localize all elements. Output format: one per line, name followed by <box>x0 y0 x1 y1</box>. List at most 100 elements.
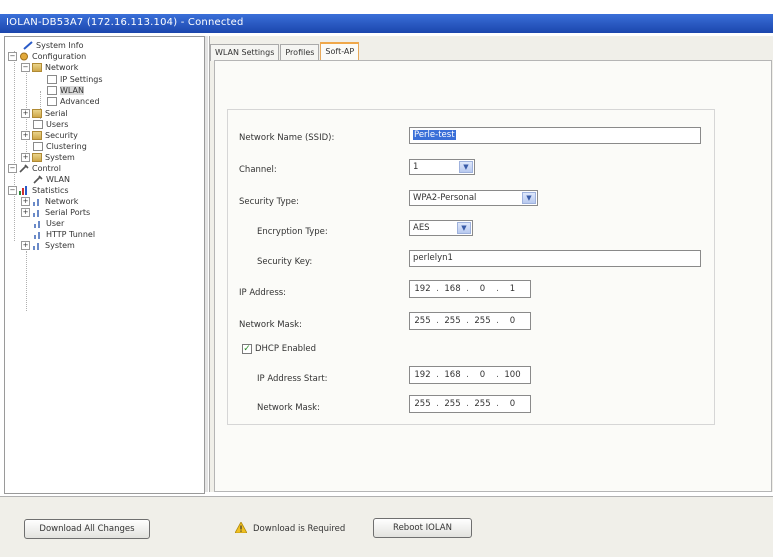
tree-line <box>26 251 27 311</box>
tree-item-stat-http-tunnel[interactable]: HTTP Tunnel <box>33 229 95 240</box>
ip-octet[interactable]: 0 <box>500 316 525 326</box>
channel-label: Channel: <box>239 165 277 175</box>
expand-icon[interactable]: + <box>21 197 30 206</box>
tree-item-label: Clustering <box>46 142 87 151</box>
download-all-changes-button[interactable]: Download All Changes <box>24 519 150 539</box>
tree-item-security[interactable]: + Security <box>21 130 78 141</box>
tree-item-network[interactable]: − Network <box>21 62 78 73</box>
network-mask-input[interactable]: 255. 255. 255. 0 <box>409 312 531 330</box>
encryption-type-select[interactable]: AES ▼ <box>409 220 473 236</box>
tree-item-label: System Info <box>36 41 84 50</box>
ip-octet[interactable]: 255 <box>470 316 495 326</box>
tree-item-stat-system[interactable]: + System <box>21 240 75 251</box>
collapse-icon[interactable]: − <box>8 164 17 173</box>
expand-icon[interactable]: + <box>21 109 30 118</box>
bar-chart-icon <box>33 230 43 239</box>
channel-value: 1 <box>413 162 419 172</box>
tree-item-system[interactable]: + System <box>21 152 75 163</box>
ip-address-input[interactable]: 192. 168. 0. 1 <box>409 280 531 298</box>
tree-item-wlan[interactable]: WLAN <box>47 85 85 96</box>
wrench-icon <box>19 164 29 173</box>
chevron-down-icon[interactable]: ▼ <box>457 222 471 234</box>
tree-item-statistics[interactable]: − Statistics <box>8 185 69 196</box>
ip-octet[interactable]: 255 <box>410 316 435 326</box>
chevron-down-icon[interactable]: ▼ <box>522 192 536 204</box>
security-key-input[interactable]: perlelyn1 <box>409 250 701 267</box>
tab-strip: WLAN Settings Profiles Soft-AP <box>210 42 360 62</box>
tree-item-configuration[interactable]: − Configuration <box>8 51 86 62</box>
tree-item-stat-serial-ports[interactable]: + Serial Ports <box>21 207 90 218</box>
expand-icon[interactable]: + <box>21 241 30 250</box>
expand-icon[interactable]: + <box>21 131 30 140</box>
tree-item-label: Statistics <box>32 186 69 195</box>
ip-octet[interactable]: 255 <box>440 399 465 409</box>
navigation-tree[interactable]: System Info − Configuration − Network IP… <box>4 36 205 494</box>
tree-item-control[interactable]: − Control <box>8 163 61 174</box>
tree-line <box>14 51 15 241</box>
tree-item-label: Users <box>46 120 69 129</box>
ssid-label: Network Name (SSID): <box>239 133 335 143</box>
tree-item-advanced[interactable]: Advanced <box>47 96 100 107</box>
tree-item-stat-network[interactable]: + Network <box>21 196 78 207</box>
security-type-select[interactable]: WPA2-Personal ▼ <box>409 190 538 206</box>
ip-octet[interactable]: 255 <box>470 399 495 409</box>
pane-splitter[interactable] <box>205 36 208 492</box>
tree-item-label: User <box>46 219 65 228</box>
tree-item-clustering[interactable]: Clustering <box>33 141 87 152</box>
collapse-icon[interactable]: − <box>8 186 17 195</box>
ip-octet[interactable]: 0 <box>470 370 495 380</box>
tree-item-label: Network <box>45 197 79 206</box>
dhcp-mask-label: Network Mask: <box>257 403 320 413</box>
tree-item-serial[interactable]: + Serial <box>21 108 68 119</box>
ip-address-label: IP Address: <box>239 288 287 298</box>
channel-select[interactable]: 1 ▼ <box>409 159 475 175</box>
dhcp-enabled-checkbox[interactable]: ✓ <box>242 344 252 354</box>
reboot-iolan-button[interactable]: Reboot IOLAN <box>373 518 472 538</box>
folder-icon <box>32 63 42 72</box>
bar-chart-icon <box>32 241 42 250</box>
ip-octet[interactable]: 0 <box>500 399 525 409</box>
collapse-icon[interactable]: − <box>21 63 30 72</box>
tree-item-system-info[interactable]: System Info <box>23 40 84 51</box>
dhcp-mask-input[interactable]: 255. 255. 255. 0 <box>409 395 531 413</box>
ip-octet[interactable]: 0 <box>470 284 495 294</box>
warning-icon <box>234 521 248 536</box>
ssid-value: Perle-test <box>413 130 456 140</box>
ssid-input[interactable]: Perle-test <box>409 127 701 144</box>
tree-item-stat-user[interactable]: User <box>33 218 64 229</box>
tree-item-label: WLAN <box>60 86 85 95</box>
title-bar: IOLAN-DB53A7 (172.16.113.104) - Connecte… <box>0 0 773 33</box>
tab-soft-ap[interactable]: Soft-AP <box>320 42 360 62</box>
ip-octet[interactable]: 255 <box>410 399 435 409</box>
ip-octet[interactable]: 192 <box>410 284 435 294</box>
configuration-icon <box>19 52 29 61</box>
folder-icon <box>32 109 42 118</box>
tab-profiles[interactable]: Profiles <box>280 44 320 61</box>
tree-item-ip-settings[interactable]: IP Settings <box>47 74 103 85</box>
page-icon <box>33 120 43 129</box>
tree-item-label: Advanced <box>60 97 100 106</box>
page-icon <box>47 75 57 84</box>
encryption-type-label: Encryption Type: <box>257 227 328 237</box>
ip-start-input[interactable]: 192. 168. 0. 100 <box>409 366 531 384</box>
page-icon <box>33 142 43 151</box>
tab-wlan-settings[interactable]: WLAN Settings <box>210 44 280 61</box>
ip-octet[interactable]: 192 <box>410 370 435 380</box>
expand-icon[interactable]: + <box>21 208 30 217</box>
tree-item-users[interactable]: Users <box>33 119 68 130</box>
ip-octet[interactable]: 100 <box>500 370 525 380</box>
network-mask-label: Network Mask: <box>239 320 302 330</box>
ip-octet[interactable]: 1 <box>500 284 525 294</box>
collapse-icon[interactable]: − <box>8 52 17 61</box>
content-pane: WLAN Settings Profiles Soft-AP Network N… <box>209 36 773 492</box>
chevron-down-icon[interactable]: ▼ <box>459 161 473 173</box>
tree-item-label: Configuration <box>32 52 87 61</box>
ip-octet[interactable]: 168 <box>440 284 465 294</box>
security-key-label: Security Key: <box>257 257 313 267</box>
expand-icon[interactable]: + <box>21 153 30 162</box>
ip-octet[interactable]: 255 <box>440 316 465 326</box>
bar-chart-icon <box>32 197 42 206</box>
ip-octet[interactable]: 168 <box>440 370 465 380</box>
tree-item-control-wlan[interactable]: WLAN <box>33 174 70 185</box>
tree-item-label: Serial Ports <box>45 208 91 217</box>
